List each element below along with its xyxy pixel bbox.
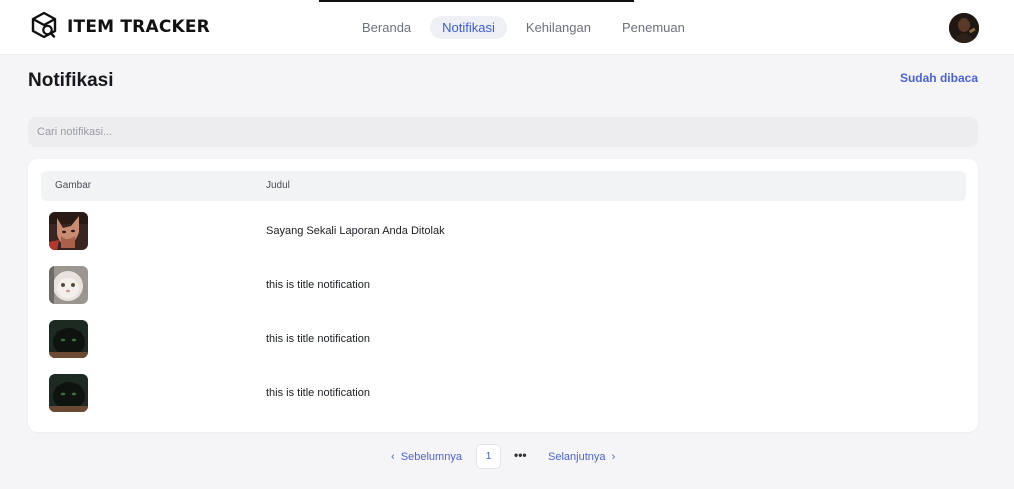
pagination-page-button[interactable]: 1 [476, 444, 501, 469]
nav-item-kehilangan[interactable]: Kehilangan [514, 16, 603, 39]
chevron-left-icon: ‹ [391, 451, 395, 463]
cat-white-persian-thumbnail [49, 266, 88, 304]
pagination-next-label: Selanjutnya [548, 451, 606, 463]
top-accent-line [319, 0, 634, 2]
top-navbar: ITEM TRACKER Beranda Notifikasi Kehilang… [0, 0, 1014, 55]
notification-title: Sayang Sekali Laporan Anda Ditolak [266, 225, 445, 237]
table-row[interactable]: this is title notification [41, 264, 966, 316]
pagination-prev-label: Sebelumnya [400, 451, 462, 463]
pagination-ellipsis: ••• [514, 448, 527, 462]
cat-black-thumbnail [49, 320, 88, 358]
mark-as-read-link[interactable]: Sudah dibaca [900, 71, 978, 85]
table-header: Gambar Judul [41, 171, 966, 201]
nav-item-beranda[interactable]: Beranda [350, 16, 423, 39]
pagination: ‹ Sebelumnya 1 ••• Selanjutnya › [0, 444, 1014, 470]
table-row[interactable]: this is title notification [41, 318, 966, 370]
notification-title: this is title notification [266, 279, 370, 291]
search-input[interactable] [28, 117, 978, 147]
nav-item-notifikasi[interactable]: Notifikasi [430, 16, 507, 39]
column-header-gambar: Gambar [55, 180, 92, 191]
table-row[interactable]: Sayang Sekali Laporan Anda Ditolak [41, 210, 966, 262]
pagination-prev-button[interactable]: ‹ Sebelumnya [391, 451, 462, 463]
notification-title: this is title notification [266, 387, 370, 399]
user-avatar[interactable] [949, 13, 979, 43]
nav-item-penemuan[interactable]: Penemuan [610, 16, 697, 39]
notification-table-card: Gambar Judul Sayang Sekali Laporan Anda … [28, 159, 978, 432]
column-header-judul: Judul [266, 180, 290, 191]
notification-title: this is title notification [266, 333, 370, 345]
cat-black-thumbnail [49, 374, 88, 412]
cat-sphynx-thumbnail [49, 212, 88, 250]
pagination-next-button[interactable]: Selanjutnya › [548, 451, 615, 463]
table-row[interactable]: this is title notification [41, 372, 966, 424]
chevron-right-icon: › [611, 451, 616, 463]
page-title: Notifikasi [28, 70, 114, 91]
brand-name: ITEM TRACKER [67, 17, 210, 37]
main-nav: Beranda Notifikasi Kehilangan Penemuan [350, 16, 704, 39]
box-search-icon [29, 10, 59, 45]
brand-logo[interactable]: ITEM TRACKER [29, 11, 210, 41]
